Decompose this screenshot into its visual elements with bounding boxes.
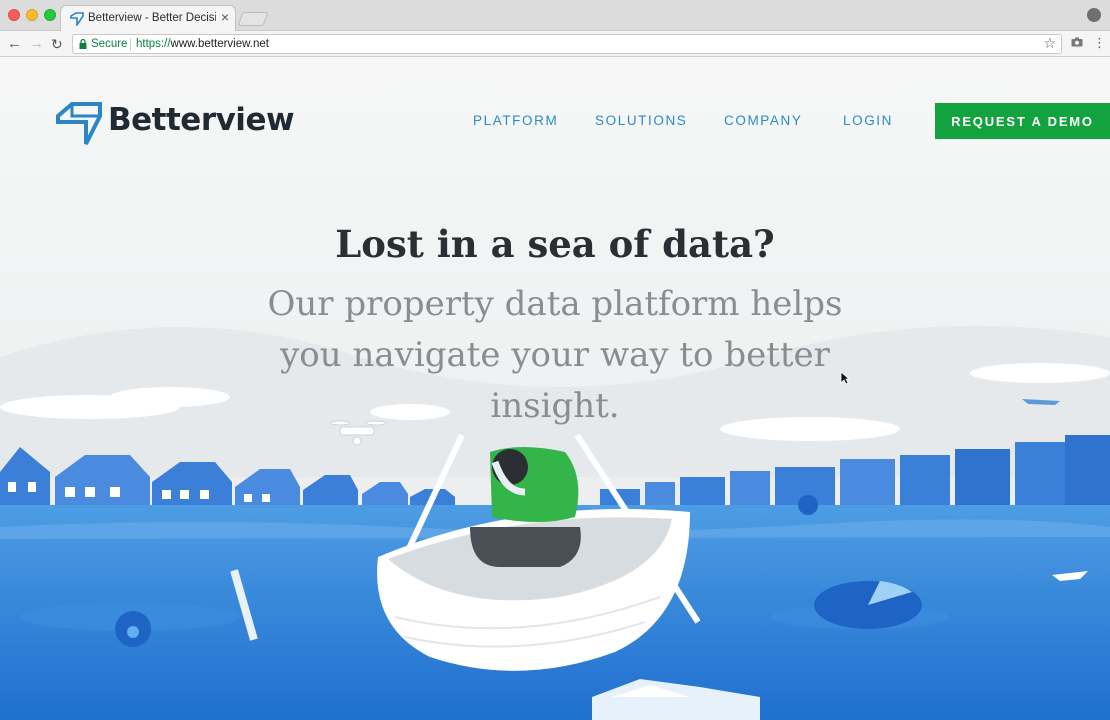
pie-chart-icon xyxy=(814,581,922,629)
mouse-cursor-icon xyxy=(840,371,850,385)
betterview-logo[interactable]: Betterview xyxy=(56,102,306,150)
back-arrow-icon[interactable]: ← xyxy=(7,34,22,54)
nav-platform[interactable]: PLATFORM xyxy=(473,113,558,128)
browser-menu-icon[interactable]: ⋮ xyxy=(1093,35,1106,51)
tab-title: Betterview - Better Decisions with Bette… xyxy=(88,12,216,24)
nav-login[interactable]: LOGIN xyxy=(843,113,893,128)
logo-mark-icon xyxy=(56,102,102,145)
secure-label: Secure xyxy=(91,38,128,50)
bookmark-star-icon[interactable]: ☆ xyxy=(1043,35,1056,52)
close-window-button[interactable] xyxy=(8,9,20,21)
request-demo-button[interactable]: REQUEST A DEMO xyxy=(935,103,1110,139)
url-scheme: https:// xyxy=(136,38,171,50)
logo-text: Betterview xyxy=(108,102,295,138)
lock-icon xyxy=(79,39,87,49)
browser-tab-bar: Betterview - Better Decisions with Bette… xyxy=(0,0,1110,32)
browser-toolbar: ← → ↻ Secure https://www.betterview.net … xyxy=(0,31,1110,57)
url-host: www.betterview.net xyxy=(170,38,269,50)
tab-close-icon[interactable]: × xyxy=(221,9,229,25)
nav-company[interactable]: COMPANY xyxy=(724,113,802,128)
browser-tab[interactable]: Betterview - Better Decisions with Bette… xyxy=(60,5,236,32)
address-bar[interactable]: Secure https://www.betterview.net ☆ xyxy=(72,34,1062,54)
minimize-window-button[interactable] xyxy=(26,9,38,21)
reload-icon[interactable]: ↻ xyxy=(51,34,63,54)
hero-headline: Lost in a sea of data? xyxy=(335,222,775,266)
webpage: Betterview PLATFORM SOLUTIONS COMPANY LO… xyxy=(0,57,1110,720)
hero-subline: Our property data platform helps you nav… xyxy=(267,284,843,426)
address-divider xyxy=(130,38,131,51)
betterview-favicon-icon xyxy=(70,12,84,26)
forward-arrow-icon[interactable]: → xyxy=(29,34,44,54)
new-tab-button[interactable] xyxy=(237,12,269,26)
camera-icon[interactable] xyxy=(1071,37,1083,47)
profile-icon[interactable] xyxy=(1087,8,1101,22)
maximize-window-button[interactable] xyxy=(44,9,56,21)
url-text[interactable]: https://www.betterview.net xyxy=(136,38,269,50)
nav-solutions[interactable]: SOLUTIONS xyxy=(595,113,687,128)
